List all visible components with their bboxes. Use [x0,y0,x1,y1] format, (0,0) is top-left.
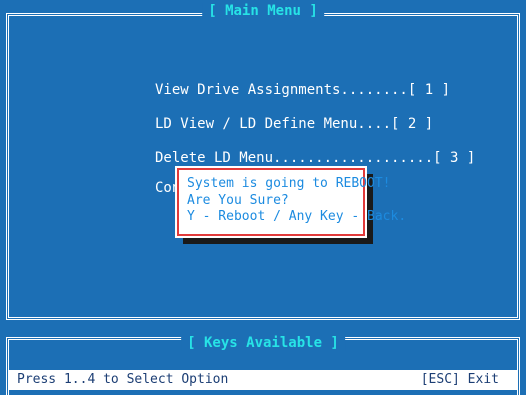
status-bar: Press 1..4 to Select Option [ESC] Exit [9,370,517,390]
menu-item-view-drive-assignments[interactable]: View Drive Assignments........[ 1 ] [155,82,450,98]
main-menu-title: [ Main Menu ] [202,3,324,19]
menu-item-delete-ld[interactable]: Delete LD Menu...................[ 3 ] [155,150,475,166]
esc-exit-key[interactable]: [ESC] Exit [421,370,499,390]
reboot-confirm-dialog[interactable]: System is going to REBOOT! Are You Sure?… [175,166,406,238]
menu-item-ld-view-define[interactable]: LD View / LD Define Menu....[ 2 ] [155,116,433,132]
bios-screen: [ Main Menu ] View Drive Assignments....… [0,0,526,395]
dialog-message: System is going to REBOOT! [187,176,391,191]
status-hint: Press 1..4 to Select Option [17,372,229,387]
dialog-options: Y - Reboot / Any Key - Back. [187,209,407,224]
dialog-question: Are You Sure? [187,193,289,208]
dialog-border: System is going to REBOOT! Are You Sure?… [177,168,406,236]
keys-available-title: [ Keys Available ] [181,335,345,351]
